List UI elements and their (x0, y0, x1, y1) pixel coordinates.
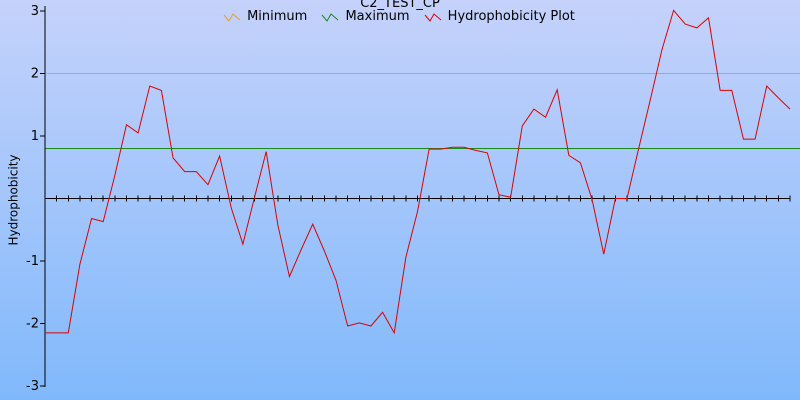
y-tick-label: 2 (31, 67, 39, 82)
y-axis-label-text: Hydrophobicity (6, 154, 21, 246)
chart-canvas: 321-1-2-3 (0, 0, 800, 400)
chart-background (0, 0, 800, 400)
y-tick-label: -1 (26, 254, 39, 269)
legend-label-maximum: Maximum (345, 9, 410, 24)
hydrophobicity-chart: 3 2 1 -1 -2 -3 C2_TEST_CP Minimum Maximum Hyd… (0, 0, 800, 400)
y-tick-label: -3 (26, 379, 39, 394)
y-axis-label: Hydrophobicity (6, 150, 20, 250)
legend-swatch-maximum (321, 11, 339, 23)
legend-label-minimum: Minimum (247, 9, 308, 24)
legend-item-hydrophobicity: Hydrophobicity Plot (424, 9, 575, 25)
legend: Minimum Maximum Hydrophobicity Plot (0, 9, 800, 28)
y-tick-label: 1 (31, 129, 39, 144)
legend-label-hydrophobicity: Hydrophobicity Plot (447, 9, 575, 24)
y-tick-label: -2 (26, 317, 39, 332)
legend-swatch-minimum (223, 11, 241, 23)
legend-swatch-hydrophobicity (424, 11, 442, 23)
legend-item-maximum: Maximum (321, 9, 410, 25)
legend-item-minimum: Minimum (223, 9, 307, 25)
